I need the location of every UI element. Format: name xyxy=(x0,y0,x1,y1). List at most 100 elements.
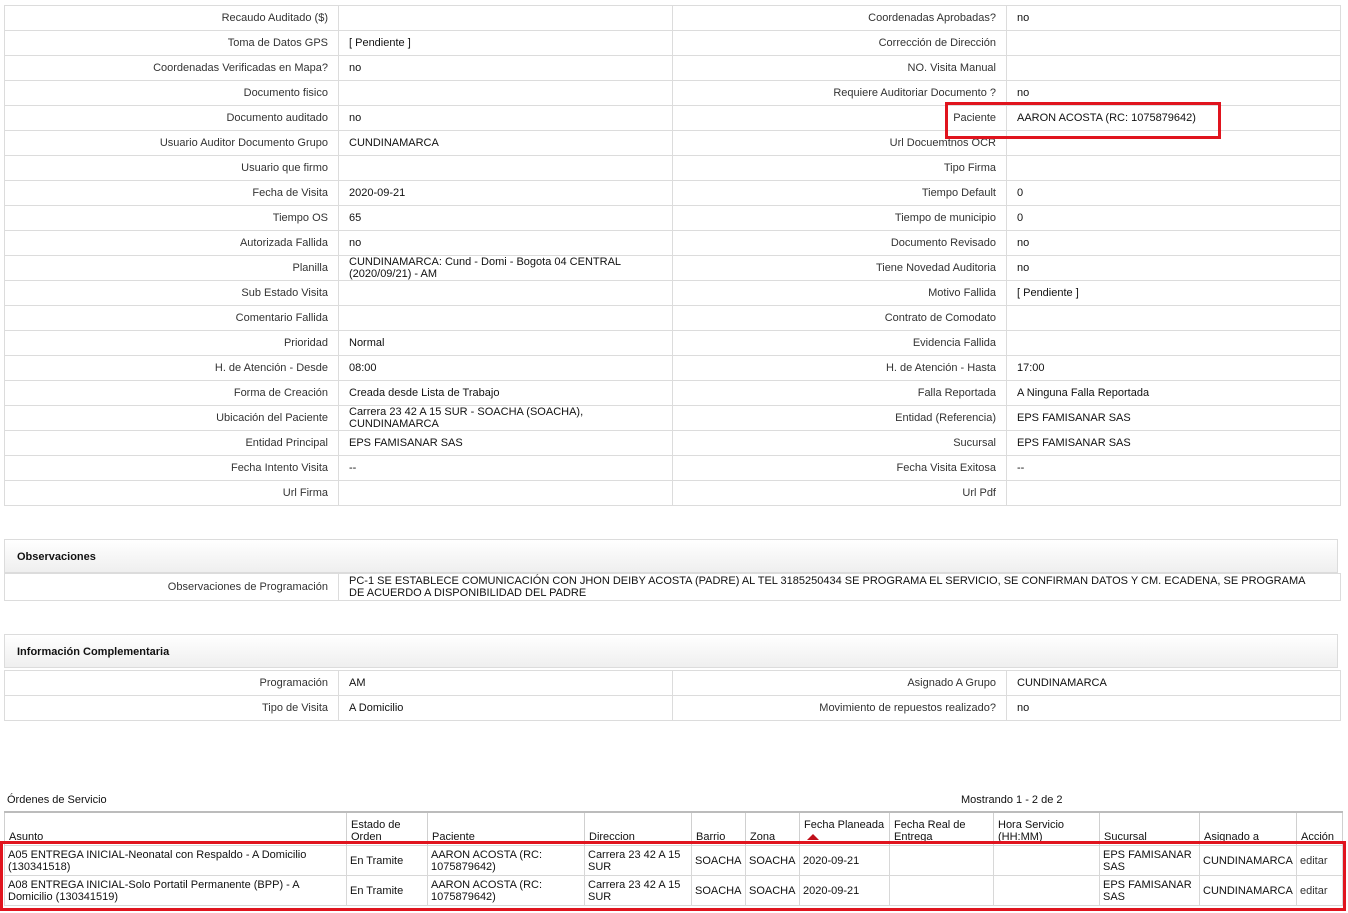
detail-value xyxy=(338,480,673,506)
detail-label: Forma de Creación xyxy=(4,380,339,406)
detail-row: Documento auditado no Paciente AARON ACOSTA… xyxy=(4,105,1341,131)
orden-asignado: CUNDINAMARCA xyxy=(1199,875,1297,906)
detail-value: CUNDINAMARCA: Cund - Domi - Bogota 04 CE… xyxy=(338,255,673,281)
complementaria-label: Movimiento de repuestos realizado? xyxy=(672,695,1007,721)
orden-fecha-real xyxy=(889,875,994,906)
complementaria-label: Tipo de Visita xyxy=(4,695,339,721)
detail-label: Documento Revisado xyxy=(672,230,1007,256)
orden-sucursal: EPS FAMISANAR SAS xyxy=(1099,845,1200,876)
column-header[interactable]: Asunto xyxy=(4,811,347,846)
detail-value: no xyxy=(338,105,673,131)
column-header[interactable]: Fecha Real de Entrega xyxy=(889,811,994,846)
orden-row[interactable]: A08 ENTREGA INICIAL-Solo Portatil Perman… xyxy=(4,875,1343,906)
detail-value: CUNDINAMARCA xyxy=(338,130,673,156)
detail-row: Ubicación del Paciente Carrera 23 42 A 15… xyxy=(4,405,1341,431)
detail-label: Tiene Novedad Auditoria xyxy=(672,255,1007,281)
column-header-label: Direccion xyxy=(589,831,635,843)
detail-label: Usuario Auditor Documento Grupo xyxy=(4,130,339,156)
column-header-label: Zona xyxy=(750,831,776,843)
editar-link[interactable]: editar xyxy=(1296,845,1343,876)
column-header[interactable]: Sucursal xyxy=(1099,811,1200,846)
orden-paciente: AARON ACOSTA (RC: 1075879642) xyxy=(427,845,585,876)
detail-label: Url Firma xyxy=(4,480,339,506)
detail-label: Fecha Intento Visita xyxy=(4,455,339,481)
complementaria-label: Asignado A Grupo xyxy=(672,670,1007,696)
detail-row: Tiempo OS 65 Tiempo de municipio 0 xyxy=(4,205,1341,231)
detail-label: Url Pdf xyxy=(672,480,1007,506)
detail-value: Normal xyxy=(338,330,673,356)
detail-label: H. de Atención - Desde xyxy=(4,355,339,381)
column-header[interactable]: Estado de Orden xyxy=(346,811,428,846)
detail-label: Url Docuemtnos OCR xyxy=(672,130,1007,156)
detail-value: 2020-09-21 xyxy=(338,180,673,206)
complementaria-value: CUNDINAMARCA xyxy=(1006,670,1341,696)
detail-value xyxy=(1006,480,1341,506)
orden-barrio: SOACHA xyxy=(691,845,746,876)
detail-value xyxy=(1006,55,1341,81)
orden-barrio: SOACHA xyxy=(691,875,746,906)
detail-row: Usuario que firmo Tipo Firma xyxy=(4,155,1341,181)
column-header[interactable]: Hora Servicio (HH:MM) xyxy=(993,811,1100,846)
column-header[interactable]: Paciente xyxy=(427,811,585,846)
column-header[interactable]: Zona xyxy=(745,811,800,846)
detail-value: -- xyxy=(1006,455,1341,481)
column-header-label: Barrio xyxy=(696,831,726,843)
detail-value: 65 xyxy=(338,205,673,231)
detail-row: Usuario Auditor Documento Grupo CUNDINAMA… xyxy=(4,130,1341,156)
detail-label: Sub Estado Visita xyxy=(4,280,339,306)
detail-row: Documento fisico Requiere Auditoriar Docu… xyxy=(4,80,1341,106)
detail-label: Comentario Fallida xyxy=(4,305,339,331)
orden-paciente: AARON ACOSTA (RC: 1075879642) xyxy=(427,875,585,906)
detail-label: Requiere Auditoriar Documento ? xyxy=(672,80,1007,106)
detail-value: EPS FAMISANAR SAS xyxy=(338,430,673,456)
column-header[interactable]: Asignado a xyxy=(1199,811,1297,846)
orden-hora xyxy=(993,845,1100,876)
detail-value xyxy=(338,155,673,181)
detail-label: Sucursal xyxy=(672,430,1007,456)
column-header[interactable]: Barrio xyxy=(691,811,746,846)
complementaria-value: AM xyxy=(338,670,673,696)
detail-label: Evidencia Fallida xyxy=(672,330,1007,356)
detail-value: A Ninguna Falla Reportada xyxy=(1006,380,1341,406)
detail-row: Url Firma Url Pdf xyxy=(4,480,1341,506)
detail-value: EPS FAMISANAR SAS xyxy=(1006,430,1341,456)
detail-value: [ Pendiente ] xyxy=(1006,280,1341,306)
detail-label: Entidad Principal xyxy=(4,430,339,456)
detail-row: Planilla CUNDINAMARCA: Cund - Domi - Bogo… xyxy=(4,255,1341,281)
detail-label: Planilla xyxy=(4,255,339,281)
detail-value xyxy=(338,80,673,106)
complementaria-value: A Domicilio xyxy=(338,695,673,721)
detail-label: Usuario que firmo xyxy=(4,155,339,181)
editar-link[interactable]: editar xyxy=(1296,875,1343,906)
orden-row[interactable]: A05 ENTREGA INICIAL-Neonatal con Respald… xyxy=(4,845,1343,876)
detail-label: Documento fisico xyxy=(4,80,339,106)
detail-value: no xyxy=(338,230,673,256)
orden-zona: SOACHA xyxy=(745,875,800,906)
observaciones-value: PC-1 SE ESTABLECE COMUNICACIÓN CON JHON … xyxy=(338,573,1341,601)
column-header[interactable]: Acción xyxy=(1296,811,1343,846)
detail-row: Prioridad Normal Evidencia Fallida xyxy=(4,330,1341,356)
detail-value: -- xyxy=(338,455,673,481)
detail-value: no xyxy=(1006,80,1341,106)
orden-zona: SOACHA xyxy=(745,845,800,876)
detail-row: Comentario Fallida Contrato de Comodato xyxy=(4,305,1341,331)
orden-sucursal: EPS FAMISANAR SAS xyxy=(1099,875,1200,906)
detail-value: no xyxy=(1006,5,1341,31)
detail-label: Coordenadas Aprobadas? xyxy=(672,5,1007,31)
detail-label: Ubicación del Paciente xyxy=(4,405,339,431)
detail-row: Entidad Principal EPS FAMISANAR SAS Sucurs… xyxy=(4,430,1341,456)
detail-row: Autorizada Fallida no Documento Revisado no xyxy=(4,230,1341,256)
observaciones-table: Observaciones de Programación PC-1 SE ES… xyxy=(4,573,1341,601)
detail-value xyxy=(1006,330,1341,356)
column-header[interactable]: Fecha Planeada xyxy=(799,811,890,846)
detail-label: Prioridad xyxy=(4,330,339,356)
sort-ascending-icon[interactable] xyxy=(807,834,819,841)
complementaria-row: Tipo de Visita A Domicilio Movimiento de r… xyxy=(4,695,1341,721)
detail-label: Coordenadas Verificadas en Mapa? xyxy=(4,55,339,81)
detail-label: Entidad (Referencia) xyxy=(672,405,1007,431)
column-header[interactable]: Direccion xyxy=(584,811,692,846)
orden-direccion: Carrera 23 42 A 15 SUR xyxy=(584,845,692,876)
detail-label: Toma de Datos GPS xyxy=(4,30,339,56)
detail-label: Recaudo Auditado ($) xyxy=(4,5,339,31)
complementaria-row: Programación AM Asignado A Grupo CUNDINAMAR… xyxy=(4,670,1341,696)
